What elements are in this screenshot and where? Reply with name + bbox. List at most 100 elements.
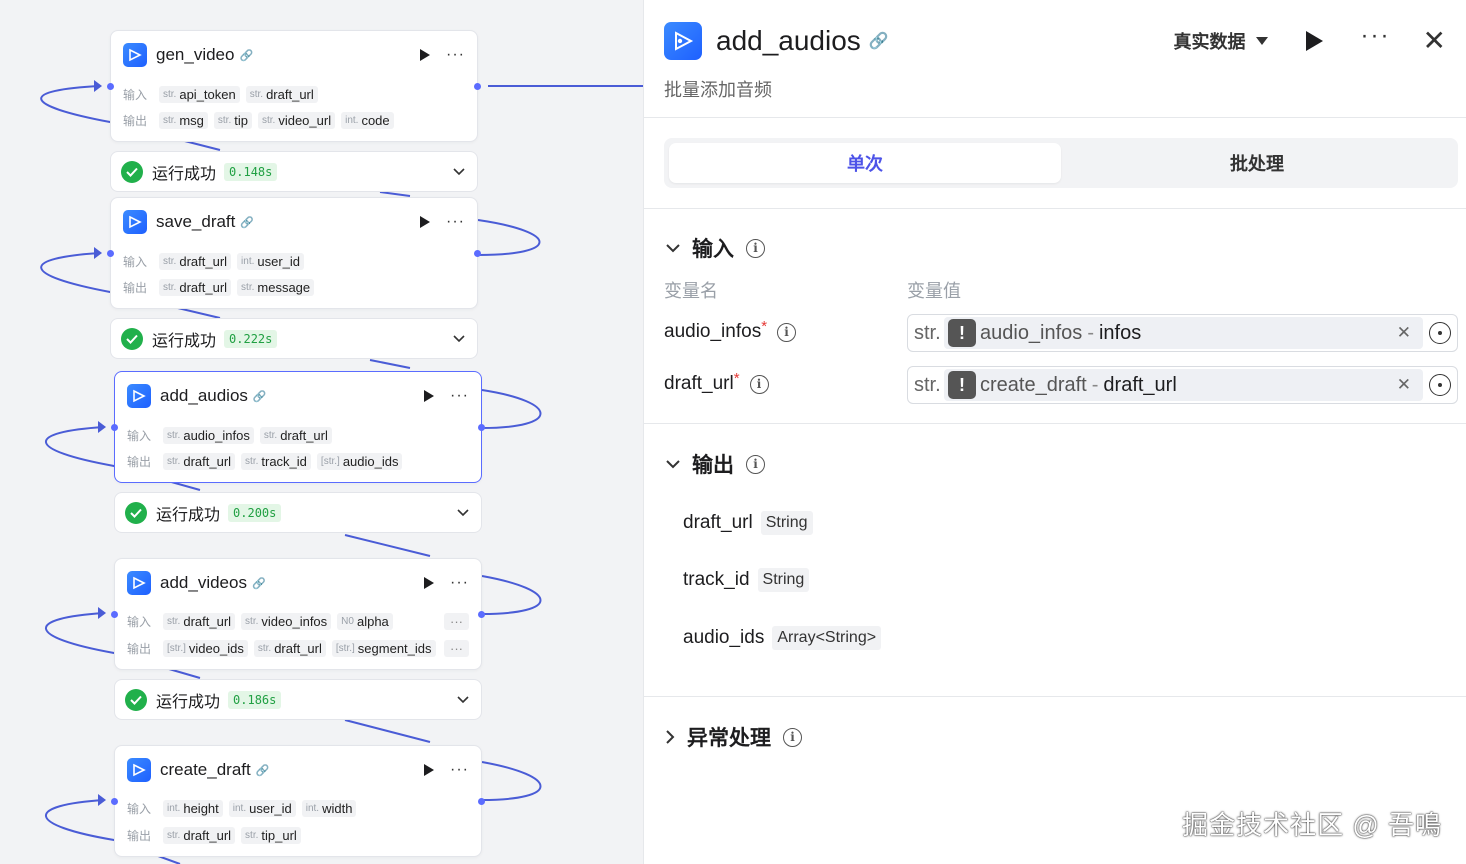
edge-arrow [94,80,102,92]
run-node-icon[interactable] [424,764,435,776]
output-port[interactable] [478,424,485,431]
run-status[interactable]: 运行成功 0.186s [114,679,482,720]
more-icon[interactable]: ··· [450,388,469,404]
run-status[interactable]: 运行成功 0.222s [110,318,478,359]
clear-icon[interactable]: ✕ [1397,323,1411,343]
output-chip: [str.] video_ids [163,639,248,657]
error-handling-header[interactable]: 异常处理 i [666,722,802,752]
more-icon[interactable]: ··· [450,575,469,591]
run-node-icon[interactable] [424,390,435,402]
chevron-down-icon[interactable] [453,334,465,343]
more-icon[interactable]: ··· [450,762,469,778]
input-chip: int. width [301,799,357,817]
node-save-draft[interactable]: save_draft 🔗 ··· 输入 str. draft_url int. us… [107,197,481,309]
run-status[interactable]: 运行成功 0.200s [114,492,482,533]
inputs-label: 输入 [127,614,152,629]
output-chip: str. draft_url [159,278,232,296]
node-add-audios[interactable]: add_audios 🔗 ··· 输入 str. audio_infos str.… [111,371,485,483]
input-port[interactable] [111,611,118,618]
success-icon [125,688,147,711]
reference-picker-icon[interactable] [1429,374,1451,396]
data-source-select[interactable]: 真实数据 [1174,28,1268,54]
info-icon[interactable]: i [746,238,765,258]
more-icon[interactable]: ··· [446,214,465,230]
run-node-icon[interactable] [420,216,431,228]
time-badge: 0.186s [228,690,282,709]
output-chip: str. track_id [241,452,311,470]
more-icon[interactable]: ··· [1361,24,1391,48]
output-section-header[interactable]: 输出 i [666,449,765,479]
input-port[interactable] [111,798,118,805]
input-port[interactable] [111,424,118,431]
inputs-label: 输入 [127,801,152,816]
output-chip: int. code [341,111,394,129]
node-gen-video[interactable]: gen_video 🔗 ··· 输入 str. api_token str. dra… [107,30,481,142]
input-section-title: 输入 [692,238,734,261]
type-badge: String [757,568,810,592]
input-port[interactable] [107,250,114,257]
status-text: 运行成功 [156,506,221,524]
link-icon: 🔗 [239,49,254,62]
input-chip: int. user_id [237,252,305,270]
info-icon[interactable]: i [777,322,797,342]
output-port[interactable] [474,83,481,90]
tab-single[interactable]: 单次 [669,143,1061,183]
more-icon[interactable]: ··· [446,47,465,63]
warning-icon: ! [948,371,976,399]
var-name-audio-infos: audio_infos * i [664,318,797,343]
output-port[interactable] [474,250,481,257]
inputs-label: 输入 [123,254,148,269]
status-text: 运行成功 [152,332,217,350]
output-chip: [str.] audio_ids [316,452,403,470]
plugin-icon [127,571,151,595]
chevron-down-icon[interactable] [453,167,465,176]
input-chip: str. draft_url [259,426,332,444]
output-var: draft_url String [683,511,813,535]
more-outputs-button[interactable]: ··· [444,639,469,657]
input-chip: str. draft_url [163,612,236,630]
status-text: 运行成功 [152,165,217,183]
variable-reference[interactable]: ! audio_infos - infos ✕ [944,317,1423,349]
clear-icon[interactable]: ✕ [1397,375,1411,395]
input-port[interactable] [107,83,114,90]
var-value-audio-infos[interactable]: str. ! audio_infos - infos ✕ [907,314,1458,352]
output-chip: str. video_url [257,111,336,129]
close-icon[interactable]: ✕ [1423,27,1446,55]
output-chip: [str.] segment_ids [331,639,436,657]
tab-batch[interactable]: 批处理 [1061,143,1453,183]
var-value-draft-url[interactable]: str. ! create_draft - draft_url ✕ [907,366,1458,404]
variable-reference[interactable]: ! create_draft - draft_url ✕ [944,369,1423,401]
plugin-icon [123,43,147,67]
reference-picker-icon[interactable] [1429,322,1451,344]
run-node-icon[interactable] [420,49,431,61]
info-icon[interactable]: i [749,374,769,394]
input-section-header[interactable]: 输入 i [666,233,765,263]
input-chip: str. draft_url [245,85,318,103]
chevron-down-icon [666,459,680,468]
info-icon[interactable]: i [746,454,765,474]
time-badge: 0.200s [228,503,282,522]
output-chip: str. draft_url [163,452,236,470]
type-label: str. [914,373,941,396]
output-port[interactable] [478,798,485,805]
node-detail-panel: add_audios 🔗 真实数据 ··· ✕ 批量添加音频 单次 批处理 输入… [643,0,1466,864]
run-icon[interactable] [1305,31,1323,51]
node-add-videos[interactable]: add_videos 🔗 ··· 输入 str. draft_url str. vi… [111,558,485,670]
more-inputs-button[interactable]: ··· [444,612,469,630]
workflow-canvas[interactable]: gen_video 🔗 ··· 输入 str. api_token str. dra… [0,0,643,864]
link-icon: 🔗 [868,33,889,50]
col-var-value: 变量值 [907,281,961,301]
output-port[interactable] [478,611,485,618]
info-icon[interactable]: i [783,727,802,747]
node-create-draft[interactable]: create_draft 🔗 ··· 输入 int. height int. use… [111,745,485,857]
edge-arrow [94,247,102,259]
run-status[interactable]: 运行成功 0.148s [110,151,478,192]
panel-subtitle: 批量添加音频 [664,80,772,100]
edge-arrow [98,607,106,619]
chevron-down-icon[interactable] [457,508,469,517]
success-icon [121,160,143,183]
link-icon: 🔗 [255,764,270,777]
chevron-down-icon[interactable] [457,695,469,704]
edge [344,719,431,743]
run-node-icon[interactable] [424,577,435,589]
